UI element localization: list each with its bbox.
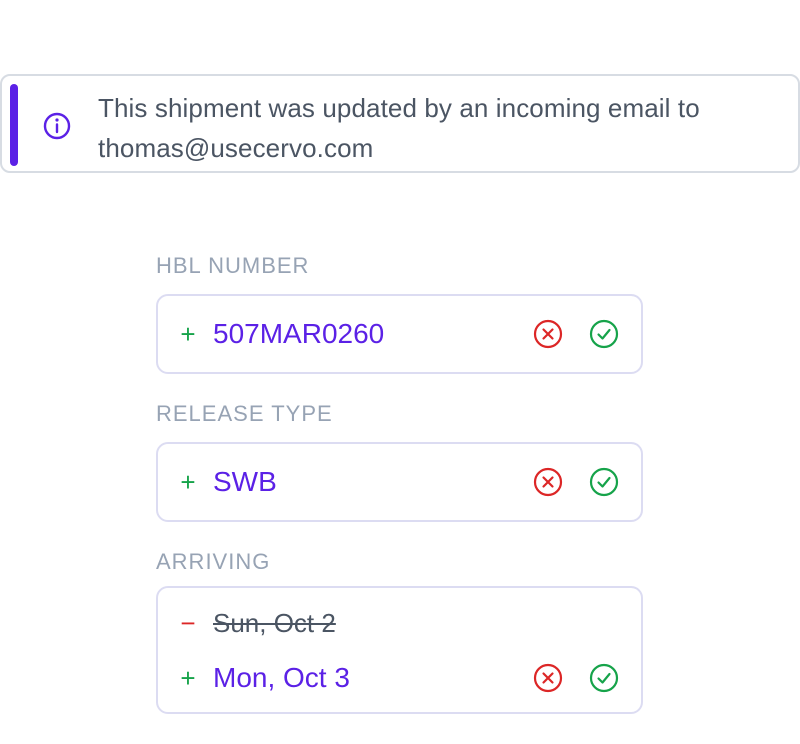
release-type-added-row: + SWB	[158, 462, 641, 502]
add-sign-icon: +	[180, 663, 196, 693]
accept-change-check-circle-icon[interactable]	[588, 466, 620, 498]
remove-sign-icon: −	[180, 608, 196, 638]
reject-change-x-circle-icon[interactable]	[532, 466, 564, 498]
accept-change-check-circle-icon[interactable]	[588, 318, 620, 350]
release-type-field: + SWB	[156, 442, 643, 522]
add-sign-icon: +	[180, 467, 196, 497]
banner-message: This shipment was updated by an incoming…	[98, 93, 700, 163]
hbl-number-new-value: 507MAR0260	[213, 318, 385, 349]
accept-change-check-circle-icon[interactable]	[588, 662, 620, 694]
arriving-field: − Sun, Oct 2 + Mon, Oct 3	[156, 586, 643, 714]
arriving-added-row: + Mon, Oct 3	[158, 658, 641, 698]
hbl-number-field: + 507MAR0260	[156, 294, 643, 374]
arriving-new-value: Mon, Oct 3	[213, 662, 350, 693]
reject-change-x-circle-icon[interactable]	[532, 318, 564, 350]
hbl-number-label: HBL NUMBER	[156, 253, 310, 278]
banner-accent-bar	[10, 84, 18, 166]
release-type-new-value: SWB	[213, 466, 277, 497]
hbl-number-added-row: + 507MAR0260	[158, 314, 641, 354]
arriving-label: ARRIVING	[156, 549, 271, 574]
arriving-old-value: Sun, Oct 2	[213, 608, 336, 638]
update-notice-banner: This shipment was updated by an incoming…	[0, 74, 800, 173]
info-icon	[43, 112, 71, 140]
release-type-label: RELEASE TYPE	[156, 401, 333, 426]
arriving-removed-row: − Sun, Oct 2	[158, 603, 641, 643]
reject-change-x-circle-icon[interactable]	[532, 662, 564, 694]
add-sign-icon: +	[180, 319, 196, 349]
